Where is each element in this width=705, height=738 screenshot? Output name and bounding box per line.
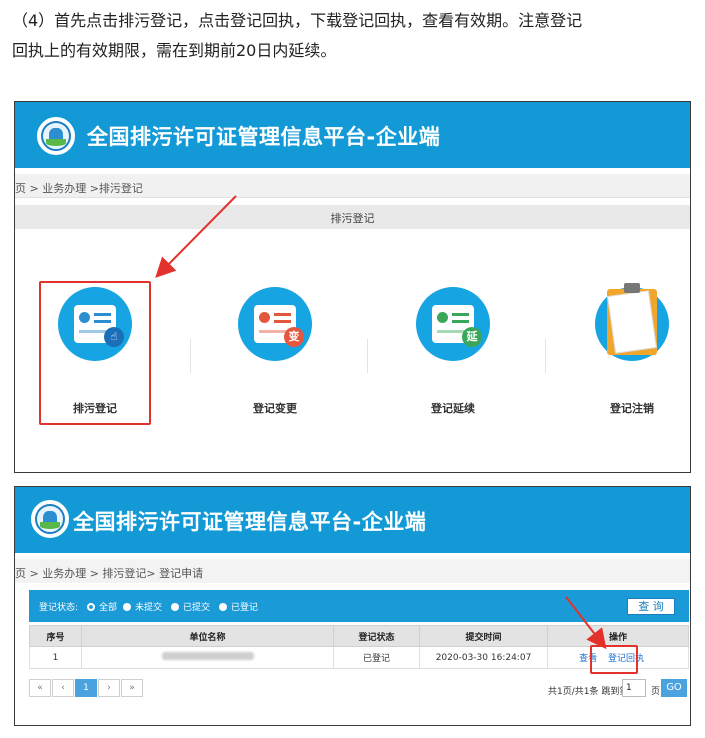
instruction-text: （4）首先点击排污登记，点击登记回执，下载登记回执，查看有效期。注意登记 回执上… [12,6,696,66]
col-unit-name: 单位名称 [81,625,334,647]
platform-logo-icon [31,500,69,538]
prev-page-button[interactable]: ‹ [52,679,74,697]
radio-all[interactable]: 全部 [87,600,117,613]
page-unit: 页 [651,687,661,697]
col-actions: 操作 [547,625,689,647]
tile-divider [545,339,546,373]
cell-status: 已登记 [333,646,420,669]
platform-logo-icon [37,117,75,155]
tile-divider [190,339,191,373]
radio-icon [171,602,179,611]
tile-registration-extension[interactable]: 延 登记延续 [378,287,528,417]
radio-icon [219,602,227,611]
filter-label: 登记状态: [39,603,79,613]
radio-submitted[interactable]: 已提交 [171,600,210,613]
filter-bar: 登记状态: 全部 未提交 已提交 已登记 查 询 [29,590,689,622]
tile-registration-change[interactable]: 变 登记变更 [200,287,350,417]
breadcrumb[interactable]: 首页 > 业务办理 >排污登记 [15,180,143,196]
pagination: « ‹ 1 › » [29,679,144,697]
cell-unit-name [81,646,334,669]
next-page-button[interactable]: › [98,679,120,697]
col-submit-time: 提交时间 [419,625,548,647]
radio-registered[interactable]: 已登记 [219,600,258,613]
radio-not-submitted[interactable]: 未提交 [123,600,162,613]
page-jump-input[interactable]: 1 [622,679,646,697]
instruction-line-2: 回执上的有效期限，需在到期前20日内延续。 [12,41,337,60]
section-title: 排污登记 [330,212,375,225]
platform-title: 全国排污许可证管理信息平台-企业端 [87,125,441,149]
table-header-row: 序号 单位名称 登记状态 提交时间 操作 [29,625,689,647]
clipboard-graphic [595,279,669,367]
highlight-box [590,645,638,674]
screenshot-registration-list: 全国排污许可证管理信息平台-企业端 首页 > 业务办理 > 排污登记> 登记申请… [14,486,691,726]
cell-submit-time: 2020-03-30 16:24:07 [419,646,548,669]
tile-divider [367,339,368,373]
col-index: 序号 [29,625,82,647]
change-badge: 变 [284,327,304,347]
col-status: 登记状态 [333,625,420,647]
first-page-button[interactable]: « [29,679,51,697]
extension-card-icon: 延 [416,287,490,361]
tile-label: 登记变更 [253,402,297,415]
instruction-line-1: （4）首先点击排污登记，点击登记回执，下载登记回执，查看有效期。注意登记 [12,11,583,30]
tile-label: 登记注销 [610,402,654,415]
tile-registration-cancel[interactable]: 登记注销 [557,283,690,417]
redacted-unit-name [161,652,254,660]
last-page-button[interactable]: » [121,679,143,697]
highlight-box [39,281,151,425]
extension-badge: 延 [462,327,482,347]
query-button[interactable]: 查 询 [627,598,675,615]
current-page-button[interactable]: 1 [75,679,97,697]
radio-icon [123,602,131,611]
tile-label: 登记延续 [431,402,475,415]
cell-index: 1 [29,646,82,669]
change-card-icon: 变 [238,287,312,361]
radio-selected-icon [87,602,95,611]
page-info: 共1页/共1条 跳到第 [548,687,629,697]
go-button[interactable]: GO [661,679,687,697]
platform-title: 全国排污许可证管理信息平台-企业端 [73,510,427,534]
breadcrumb[interactable]: 首页 > 业务办理 > 排污登记> 登记申请 [15,565,203,581]
screenshot-registration-menu: 全国排污许可证管理信息平台-企业端 首页 > 业务办理 >排污登记 排污登记 ☝… [14,101,691,473]
